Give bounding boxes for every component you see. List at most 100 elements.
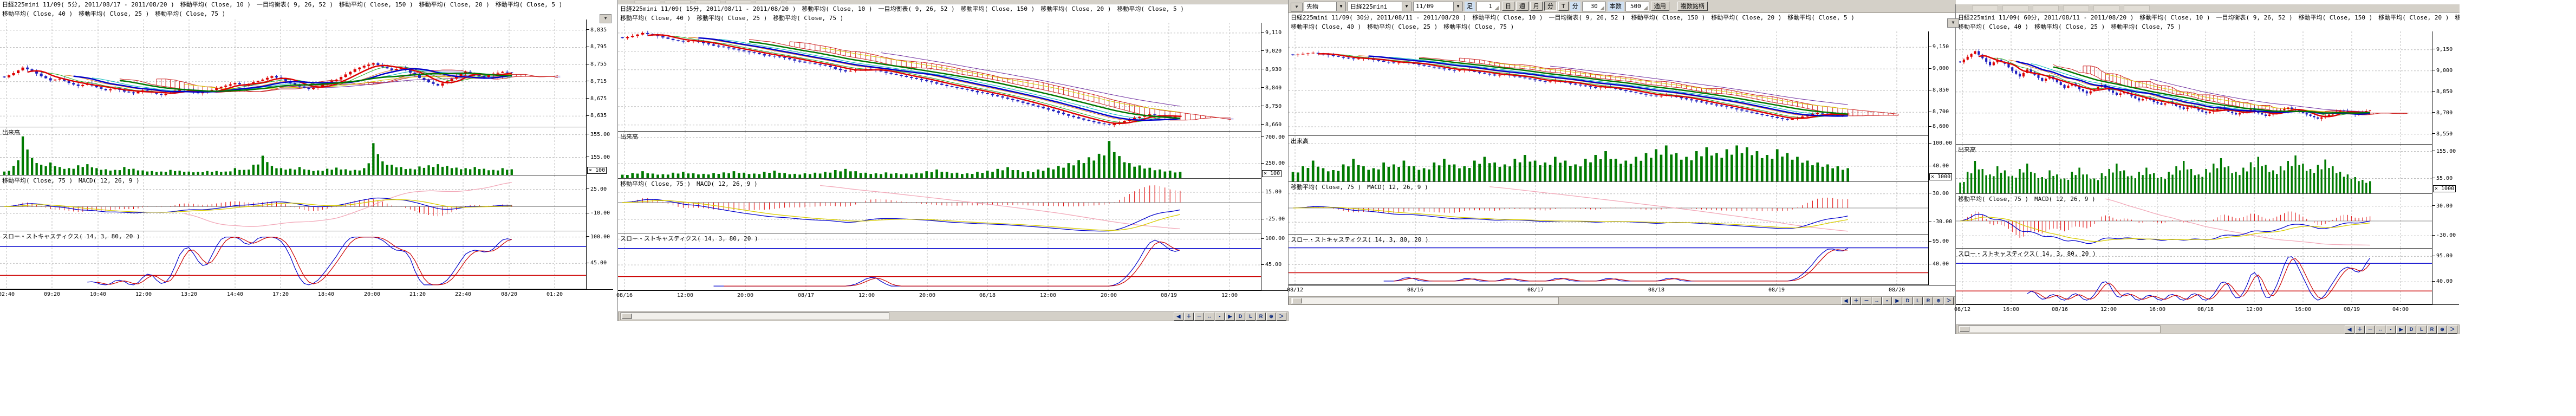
macd-pane[interactable]: 移動平均( Close, 75 ) MACD( 12, 26, 9 ) — [1956, 194, 2432, 249]
chart-tool-button-3[interactable]: ↔ — [2376, 326, 2385, 334]
chart-tool-button-5[interactable]: ▶ — [2396, 326, 2406, 334]
chart-tool-button-6[interactable]: D — [1903, 297, 1913, 305]
bottom-scroll-toolbar: ◀＋－↔▪▶DLR⊕＞ — [1956, 324, 2460, 334]
spinner-icon[interactable] — [1600, 6, 1604, 10]
chart-tool-button-8[interactable]: R — [1923, 297, 1933, 305]
window-menu-button[interactable]: ▼ — [1291, 3, 1303, 12]
chart-tool-button-4[interactable]: ▪ — [1882, 297, 1892, 305]
macd-pane[interactable]: 移動平均( Close, 75 ) MACD( 12, 26, 9 ) — [618, 179, 1261, 233]
axis-tick-label: 8,700 — [1929, 109, 1949, 115]
chart-tool-button-1[interactable]: ＋ — [2355, 326, 2365, 334]
window-menu-button[interactable]: ▼ — [600, 14, 612, 23]
chart-tool-button-10[interactable]: ＞ — [1277, 313, 1286, 321]
stochastics-pane[interactable]: スロー・ストキャスティクス( 14, 3, 80, 20 ) — [1289, 235, 1928, 285]
horizontal-scrollbar[interactable] — [620, 313, 889, 320]
chart-tool-button-0[interactable]: ◀ — [2345, 326, 2354, 334]
chart-tool-button-1[interactable]: ＋ — [1851, 297, 1861, 305]
chart-tool-button-5[interactable]: ▶ — [1225, 313, 1235, 321]
clipped-toolbar-control — [634, 1, 660, 4]
stochastics-pane[interactable]: スロー・ストキャスティクス( 14, 3, 80, 20 ) — [0, 231, 586, 289]
time-axis-label: 08/20 — [1889, 287, 1905, 293]
chart-tool-button-4[interactable]: ▪ — [2386, 326, 2396, 334]
chart-tool-button-3[interactable]: ↔ — [1205, 313, 1214, 321]
price-pane[interactable] — [1289, 31, 1928, 136]
spinner-icon[interactable] — [1643, 6, 1648, 10]
volume-pane[interactable]: 出来高 — [618, 132, 1261, 179]
chart-tool-button-6[interactable]: D — [2406, 326, 2416, 334]
apply-button[interactable]: 適用 — [1651, 2, 1669, 11]
category-select-value: 先物 — [1306, 2, 1318, 11]
chart-tool-button-7[interactable]: L — [1246, 313, 1256, 321]
time-axis-label: 20:00 — [737, 292, 753, 298]
chart-plots[interactable]: 出来高移動平均( Close, 75 ) MACD( 12, 26, 9 )スロ… — [1289, 31, 1928, 285]
bar-interval-input[interactable]: 1 — [1476, 2, 1500, 11]
symbol-select[interactable]: 日経225mini▼ — [1348, 2, 1411, 11]
chart-tool-button-9[interactable]: ⊕ — [1934, 297, 1943, 305]
period-button-分[interactable]: 分 — [1544, 2, 1557, 11]
multi-symbol-button[interactable]: 複数銘柄 — [1677, 2, 1708, 11]
volume-pane[interactable]: 出来高 — [1289, 136, 1928, 182]
period-button-月[interactable]: 月 — [1530, 2, 1543, 11]
volume-pane[interactable]: 出来高 — [0, 127, 586, 176]
axis-tick-label: 8,930 — [1261, 67, 1282, 73]
tick-mark — [587, 98, 589, 99]
category-select[interactable]: 先物 ▼ — [1304, 2, 1346, 11]
axis-tick-label: 8,715 — [587, 79, 607, 84]
window-menu-button[interactable]: ▼ — [1947, 18, 1959, 28]
volume-pane[interactable]: 出来高 — [1956, 145, 2432, 194]
chart-tool-button-2[interactable]: － — [2365, 326, 2375, 334]
minute-interval-input[interactable]: 30 — [1582, 2, 1606, 11]
clipped-toolbar-control — [2063, 5, 2089, 11]
chevron-down-icon[interactable]: ▼ — [1336, 2, 1345, 11]
period-button-日[interactable]: 日 — [1502, 2, 1514, 11]
price-pane[interactable] — [618, 23, 1261, 132]
period-button-週[interactable]: 週 — [1516, 2, 1528, 11]
chart-tool-button-8[interactable]: R — [1256, 313, 1266, 321]
spinner-icon[interactable] — [1494, 6, 1499, 10]
chart-tool-button-7[interactable]: L — [1913, 297, 1923, 305]
macd-pane[interactable]: 移動平均( Close, 75 ) MACD( 12, 26, 9 ) — [0, 176, 586, 231]
period-button-T[interactable]: T — [1558, 2, 1569, 11]
chart-tool-button-10[interactable]: ＞ — [1944, 297, 1954, 305]
scrollbar-thumb[interactable] — [622, 314, 632, 319]
chart-tool-button-2[interactable]: － — [1862, 297, 1871, 305]
stochastics-pane[interactable]: スロー・ストキャスティクス( 14, 3, 80, 20 ) — [618, 233, 1261, 290]
chart-tool-button-0[interactable]: ◀ — [1174, 313, 1183, 321]
chart-tool-button-2[interactable]: － — [1194, 313, 1204, 321]
chevron-down-icon[interactable]: ▼ — [1453, 2, 1462, 11]
chart-tool-button-8[interactable]: R — [2427, 326, 2437, 334]
price-pane[interactable] — [0, 20, 586, 127]
scrollbar-thumb[interactable] — [1292, 298, 1302, 303]
bar-count-input[interactable]: 500 — [1625, 2, 1649, 11]
clipped-toolbar-control — [2033, 5, 2059, 11]
scrollbar-thumb[interactable] — [1960, 327, 1969, 332]
axis-tick-label: 45.00 — [1261, 262, 1282, 268]
chart-plots[interactable]: 出来高移動平均( Close, 75 ) MACD( 12, 26, 9 )スロ… — [0, 20, 586, 289]
axis-tick-label: 8,600 — [1929, 123, 1949, 129]
axis-tick-label: -25.00 — [1261, 216, 1285, 222]
time-axis-label: 08/16 — [2052, 307, 2068, 313]
clipped-toolbar-control — [756, 1, 782, 4]
contract-select[interactable]: 11/09▼ — [1413, 2, 1463, 11]
chevron-down-icon[interactable]: ▼ — [1402, 2, 1411, 11]
macd-pane[interactable]: 移動平均( Close, 75 ) MACD( 12, 26, 9 ) — [1289, 182, 1928, 235]
chart-plots[interactable]: 出来高移動平均( Close, 75 ) MACD( 12, 26, 9 )スロ… — [618, 23, 1261, 290]
chart-tool-button-9[interactable]: ⊕ — [1266, 313, 1276, 321]
chart-tool-button-9[interactable]: ⊕ — [2437, 326, 2447, 334]
horizontal-scrollbar[interactable] — [1291, 297, 1559, 304]
chart-tool-button-10[interactable]: ＞ — [2448, 326, 2457, 334]
chart-tool-button-1[interactable]: ＋ — [1184, 313, 1194, 321]
horizontal-scrollbar[interactable] — [1958, 326, 2161, 333]
axis-tick-label: 155.00 — [587, 154, 610, 160]
stochastics-pane[interactable]: スロー・ストキャスティクス( 14, 3, 80, 20 ) — [1956, 249, 2432, 304]
chart-tool-button-0[interactable]: ◀ — [1841, 297, 1851, 305]
chart-plots[interactable]: 出来高移動平均( Close, 75 ) MACD( 12, 26, 9 )スロ… — [1956, 31, 2432, 304]
chart-tool-button-7[interactable]: L — [2417, 326, 2427, 334]
time-axis-label: 22:40 — [455, 291, 471, 297]
axis-tick-label: 250.00 — [1261, 160, 1285, 166]
chart-tool-button-3[interactable]: ↔ — [1872, 297, 1882, 305]
chart-tool-button-5[interactable]: ▶ — [1892, 297, 1902, 305]
price-pane[interactable] — [1956, 31, 2432, 145]
chart-tool-button-6[interactable]: D — [1235, 313, 1245, 321]
chart-tool-button-4[interactable]: ▪ — [1215, 313, 1225, 321]
